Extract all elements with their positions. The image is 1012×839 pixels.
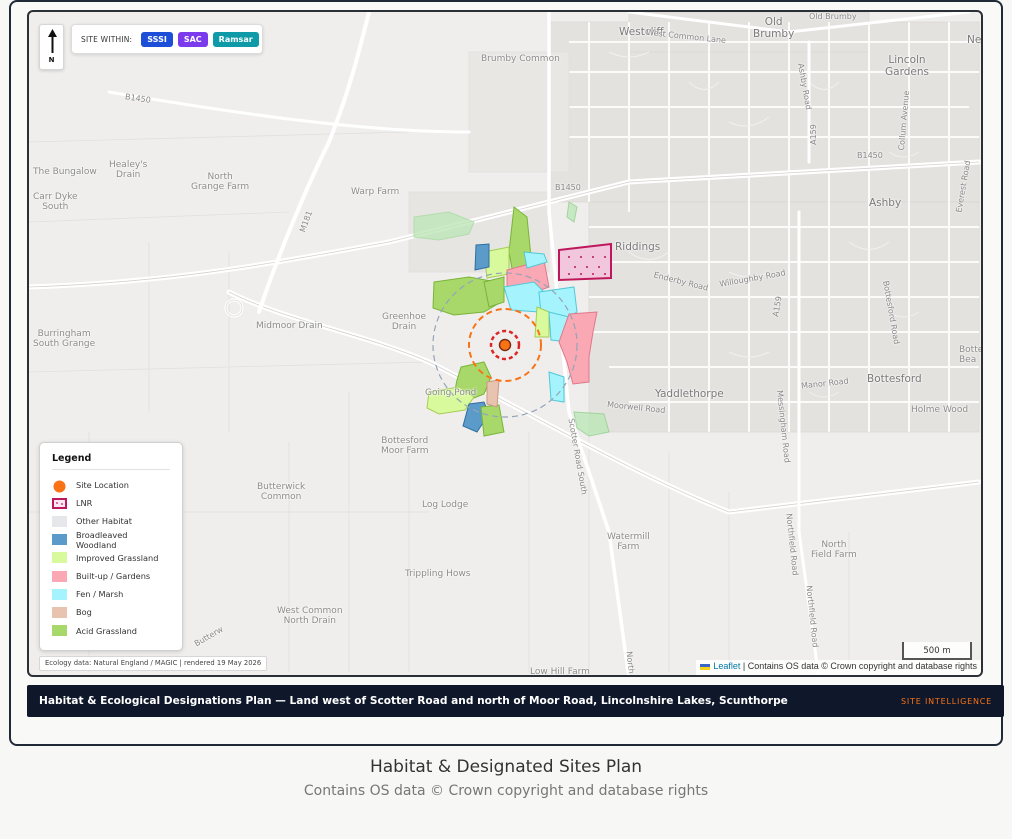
legend-title: Legend <box>52 453 170 470</box>
legend-label: Bog <box>76 607 92 618</box>
place-label: West Common North Drain <box>277 606 343 626</box>
place-label: North Grange Farm <box>191 172 250 192</box>
place-label: Trippling Hows <box>405 569 471 579</box>
brand-label: SITE INTELLIGENCE <box>901 696 992 706</box>
legend-item: Acid Grassland <box>52 622 170 640</box>
acid-grassland-swatch <box>52 625 67 637</box>
site-location-marker <box>498 338 512 352</box>
legend-item: LNR <box>52 494 170 512</box>
lnr-icon <box>52 497 67 509</box>
legend-item: Site Location <box>52 476 170 494</box>
north-arrow: N <box>39 24 64 70</box>
sssi-badge[interactable]: SSSI <box>141 31 173 47</box>
place-label: Log Lodge <box>422 500 469 510</box>
place-label: Butterwick Common <box>257 482 306 502</box>
legend-label: Fen / Marsh <box>76 589 124 600</box>
ramsar-badge[interactable]: Ramsar <box>212 31 259 47</box>
legend-label: Site Location <box>76 480 129 491</box>
fen-marsh-swatch <box>52 588 67 600</box>
improved-grassland-swatch <box>52 552 67 564</box>
place-label: Riddings <box>615 241 661 253</box>
plan-frame: Westcliff Old Brumby Lincoln Gardens Ne … <box>9 0 1004 746</box>
place-label: Midmoor Drain <box>256 321 323 331</box>
woodland-swatch <box>52 534 67 546</box>
road-label: Old Brumby <box>809 12 857 21</box>
site-within-label: SITE WITHIN: <box>81 34 133 44</box>
site-within-panel: SITE WITHIN: SSSI SAC Ramsar <box>71 24 263 54</box>
scale-bar: 500 m <box>902 642 972 660</box>
map-view[interactable]: Westcliff Old Brumby Lincoln Gardens Ne … <box>27 10 983 677</box>
bog-swatch <box>52 606 67 618</box>
place-label: Ne <box>967 34 982 46</box>
sac-badge[interactable]: SAC <box>177 31 208 47</box>
road-label: B1450 <box>555 183 581 192</box>
legend-label: Built-up / Gardens <box>76 571 151 582</box>
place-label: Ashby <box>869 197 902 209</box>
legend-label: Broadleaved Woodland <box>76 529 128 550</box>
legend-item: Built-up / Gardens <box>52 567 170 585</box>
map-attribution: Leaflet | Contains OS data © Crown copyr… <box>696 660 981 675</box>
plan-title: Habitat & Ecological Designations Plan —… <box>39 695 788 707</box>
legend-item: Improved Grassland <box>52 549 170 567</box>
place-label: Bottesford <box>867 373 922 385</box>
place-label: Healey's Drain <box>109 160 148 180</box>
legend-label: Acid Grassland <box>76 625 137 636</box>
place-label: Lincoln Gardens <box>885 54 929 78</box>
place-label: Warp Farm <box>351 187 400 197</box>
place-label: Carr Dyke South <box>33 192 78 212</box>
north-arrow-icon <box>48 29 57 53</box>
place-label: Brumby Common <box>481 54 560 64</box>
place-label: Bottesford Moor Farm <box>381 436 429 456</box>
legend-item: Bog <box>52 603 170 621</box>
legend-item: Other Habitat <box>52 512 170 530</box>
leaflet-link[interactable]: Leaflet <box>713 661 740 671</box>
north-letter: N <box>48 56 55 64</box>
road-label: B1450 <box>857 151 883 160</box>
place-label: Greenhoe Drain <box>382 312 427 332</box>
place-label: Old Brumby <box>753 16 795 40</box>
place-label: Going Pond <box>425 388 477 398</box>
plan-footer: Habitat & Ecological Designations Plan —… <box>27 685 1004 717</box>
legend-item: Fen / Marsh <box>52 585 170 603</box>
place-label: North Field Farm <box>811 540 857 560</box>
place-label: Watermill Farm <box>607 532 650 552</box>
place-label: Yaddlethorpe <box>655 388 724 400</box>
figure-subtitle: Contains OS data © Crown copyright and d… <box>303 783 709 799</box>
legend-label: Other Habitat <box>76 516 132 527</box>
figure-caption: Habitat & Designated Sites Plan <box>369 757 643 777</box>
place-label: Holme Wood <box>911 405 969 415</box>
attribution-text: | Contains OS data © Crown copyright and… <box>742 661 977 671</box>
other-habitat-swatch <box>52 515 67 527</box>
road-label: A159 <box>808 124 818 145</box>
ukraine-flag-icon <box>700 663 711 670</box>
place-label: Burringham South Grange <box>33 329 96 349</box>
site-location-icon <box>52 480 67 493</box>
place-label: Botte Bea <box>959 345 983 365</box>
legend-label: LNR <box>76 498 93 509</box>
legend-label: Improved Grassland <box>76 552 159 563</box>
built-up-swatch <box>52 570 67 582</box>
place-label: The Bungalow <box>33 167 97 177</box>
legend-panel: Legend Site Location LNR Other Habitat B… <box>39 442 183 651</box>
data-credit: Ecology data: Natural England / MAGIC | … <box>39 656 268 671</box>
place-label: Low Hill Farm <box>530 667 590 677</box>
legend-item: Broadleaved Woodland <box>52 529 170 550</box>
